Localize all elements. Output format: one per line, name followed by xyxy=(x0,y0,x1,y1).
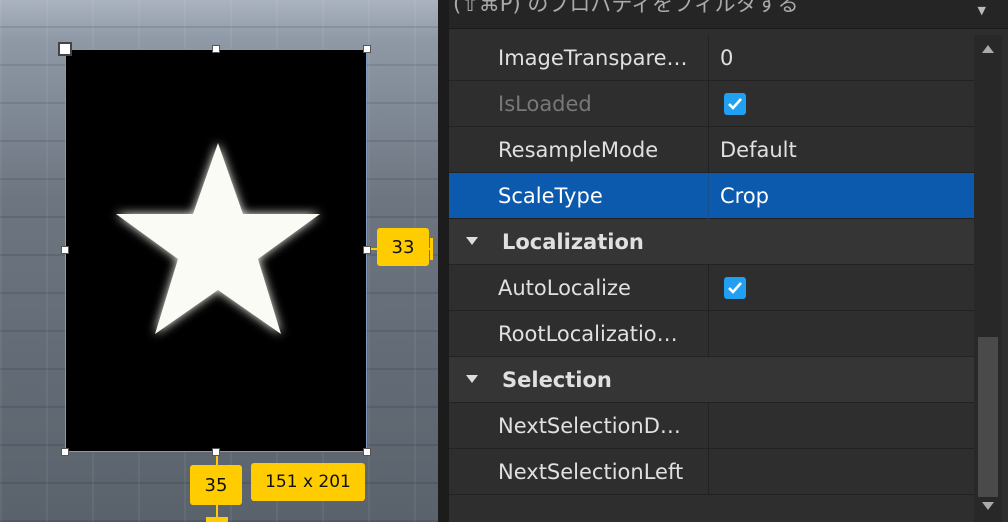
column-separator xyxy=(708,403,709,449)
column-separator xyxy=(708,311,709,357)
resize-handle-bottom-left[interactable] xyxy=(61,448,69,456)
property-row-scale-type[interactable]: ScaleType Crop xyxy=(449,173,974,219)
collapse-triangle-icon[interactable] xyxy=(466,237,478,245)
properties-scrollbar[interactable] xyxy=(974,35,1002,522)
resize-handle-bottom-right[interactable] xyxy=(363,448,371,456)
property-row-image-transparency[interactable]: ImageTranspare… 0 xyxy=(449,35,974,81)
property-name: ResampleMode xyxy=(498,138,659,162)
checkmark-icon xyxy=(728,98,742,110)
property-name: RootLocalizatio… xyxy=(498,322,678,346)
property-name: ScaleType xyxy=(498,184,603,208)
viewport[interactable]: 33 35 151 x 201 xyxy=(0,0,438,522)
scroll-thumb[interactable] xyxy=(978,337,998,497)
property-name: NextSelectionD… xyxy=(498,414,681,438)
right-offset-tag: 33 xyxy=(377,228,429,266)
property-value[interactable]: Crop xyxy=(720,173,769,219)
scroll-up-icon[interactable] xyxy=(982,45,994,53)
is-loaded-checkbox[interactable] xyxy=(724,93,746,115)
resize-handle-left[interactable] xyxy=(61,246,69,254)
resize-handle-right[interactable] xyxy=(363,246,371,254)
bottom-offset-cap xyxy=(206,517,228,522)
anchor-handle[interactable] xyxy=(58,42,72,56)
resize-handle-top-right[interactable] xyxy=(363,45,371,53)
property-value[interactable]: Default xyxy=(720,127,797,173)
properties-panel: (⇧⌘P) のプロパティをフィルタする ▼ ImageTranspare… 0 … xyxy=(449,0,1008,522)
bottom-offset-tag: 35 xyxy=(190,465,242,505)
filter-dropdown-icon[interactable]: ▼ xyxy=(978,4,986,17)
property-row-is-loaded[interactable]: IsLoaded xyxy=(449,81,974,127)
column-separator xyxy=(708,173,709,219)
checkmark-icon xyxy=(728,282,742,294)
property-name: IsLoaded xyxy=(498,92,592,116)
property-row-auto-localize[interactable]: AutoLocalize xyxy=(449,265,974,311)
property-row-next-selection-left[interactable]: NextSelectionLeft xyxy=(449,449,974,495)
panel-divider[interactable] xyxy=(438,0,449,522)
resize-handle-bottom[interactable] xyxy=(212,448,220,456)
section-header-selection[interactable]: Selection xyxy=(449,357,974,403)
section-title: Localization xyxy=(502,230,644,254)
filter-placeholder: (⇧⌘P) のプロパティをフィルタする xyxy=(453,0,799,16)
image-label-frame[interactable] xyxy=(65,49,367,452)
resize-handle-top[interactable] xyxy=(212,45,220,53)
property-value[interactable]: 0 xyxy=(720,35,733,81)
column-separator xyxy=(708,81,709,127)
scroll-down-icon[interactable] xyxy=(982,502,994,510)
property-filter-input[interactable]: (⇧⌘P) のプロパティをフィルタする ▼ xyxy=(449,0,1008,29)
frame-size-tag: 151 x 201 xyxy=(251,463,365,501)
section-title: Selection xyxy=(502,368,612,392)
right-offset-cap xyxy=(430,238,433,260)
auto-localize-checkbox[interactable] xyxy=(724,277,746,299)
star-icon xyxy=(116,143,320,334)
column-separator xyxy=(708,449,709,495)
property-row-root-localization-table[interactable]: RootLocalizatio… xyxy=(449,311,974,357)
column-separator xyxy=(708,35,709,81)
property-name: AutoLocalize xyxy=(498,276,631,300)
collapse-triangle-icon[interactable] xyxy=(466,375,478,383)
section-header-localization[interactable]: Localization xyxy=(449,219,974,265)
property-row-next-selection-down[interactable]: NextSelectionD… xyxy=(449,403,974,449)
column-separator xyxy=(708,127,709,173)
column-separator xyxy=(708,265,709,311)
property-name: ImageTranspare… xyxy=(498,46,688,70)
property-name: NextSelectionLeft xyxy=(498,460,684,484)
property-row-resample-mode[interactable]: ResampleMode Default xyxy=(449,127,974,173)
property-list: ImageTranspare… 0 IsLoaded ResampleMode … xyxy=(449,35,974,495)
